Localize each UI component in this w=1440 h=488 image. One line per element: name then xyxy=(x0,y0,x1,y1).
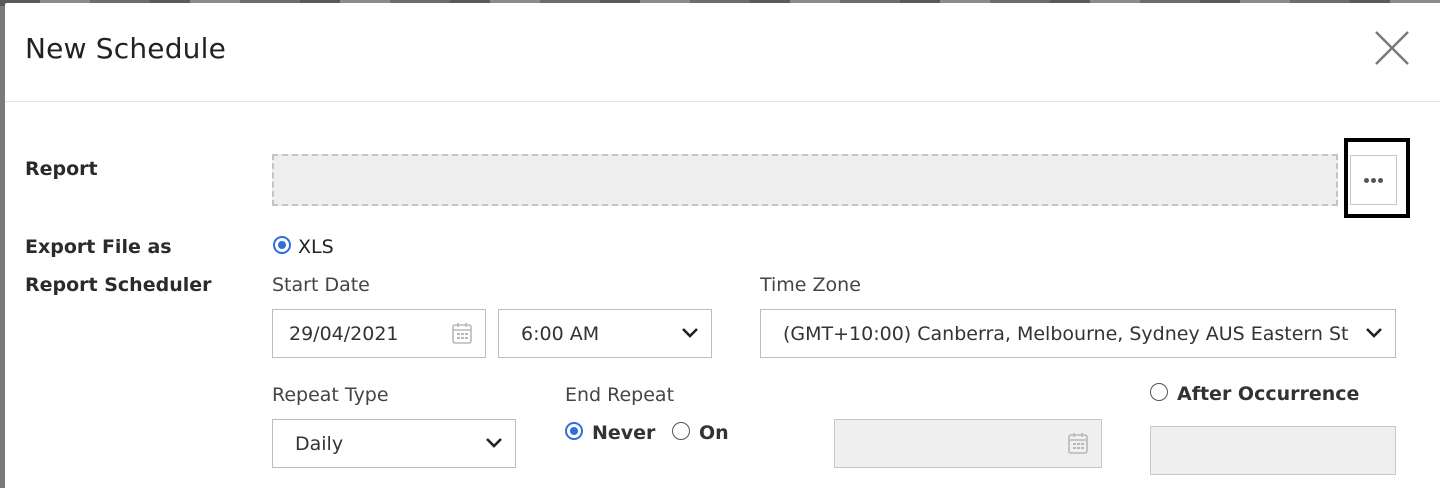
chevron-down-icon xyxy=(682,327,698,338)
start-date-value: 29/04/2021 xyxy=(289,322,399,345)
calendar-icon xyxy=(452,323,472,344)
close-button[interactable] xyxy=(1373,29,1411,67)
dialog-header: New Schedule xyxy=(5,3,1440,102)
start-date-label: Start Date xyxy=(272,274,370,296)
repeat-type-select[interactable]: Daily xyxy=(272,419,516,468)
export-file-label: Export File as xyxy=(25,236,172,258)
close-icon xyxy=(1375,31,1409,65)
after-occurrence-input[interactable] xyxy=(1150,426,1396,475)
repeat-type-label: Repeat Type xyxy=(272,384,389,406)
repeat-type-value: Daily xyxy=(295,432,344,455)
end-repeat-label: End Repeat xyxy=(565,384,675,406)
new-schedule-dialog: New Schedule Report Export File as XLS R… xyxy=(5,3,1440,488)
end-repeat-on-date-input[interactable] xyxy=(834,419,1102,468)
after-occurrence-radio[interactable] xyxy=(1150,383,1168,401)
start-time-select[interactable]: 6:00 AM xyxy=(498,309,712,358)
after-occurrence-label: After Occurrence xyxy=(1177,383,1360,405)
start-date-input[interactable]: 29/04/2021 xyxy=(272,309,486,358)
browse-report-button[interactable] xyxy=(1350,155,1397,205)
end-repeat-on-radio[interactable] xyxy=(672,422,690,440)
report-label: Report xyxy=(25,158,98,180)
start-time-value: 6:00 AM xyxy=(521,322,600,345)
chevron-down-icon xyxy=(486,437,502,448)
calendar-icon xyxy=(1068,433,1088,454)
dialog-title: New Schedule xyxy=(25,32,227,65)
time-zone-label: Time Zone xyxy=(760,274,861,296)
time-zone-value: (GMT+10:00) Canberra, Melbourne, Sydney … xyxy=(783,322,1349,345)
report-field[interactable] xyxy=(272,154,1338,206)
ellipsis-icon xyxy=(1364,177,1383,183)
chevron-down-icon xyxy=(1366,327,1382,338)
end-repeat-on-label: On xyxy=(699,422,729,444)
end-repeat-never-label: Never xyxy=(592,422,656,444)
end-repeat-never-radio[interactable] xyxy=(565,422,583,440)
report-scheduler-label: Report Scheduler xyxy=(25,274,212,296)
export-xls-label: XLS xyxy=(298,236,334,258)
time-zone-select[interactable]: (GMT+10:00) Canberra, Melbourne, Sydney … xyxy=(760,309,1396,358)
export-xls-radio[interactable] xyxy=(273,236,291,254)
